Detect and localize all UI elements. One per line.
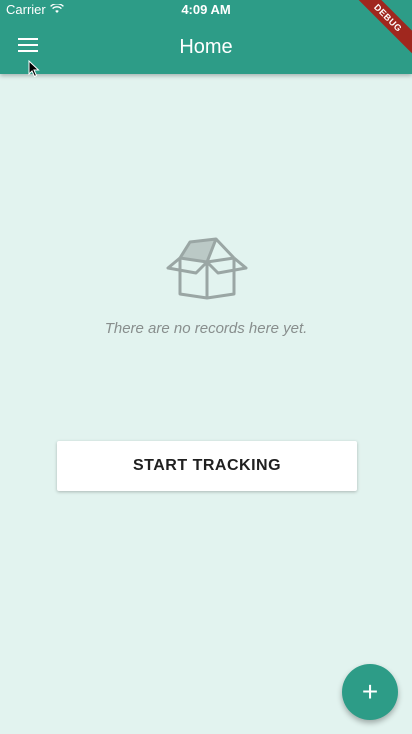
page-title: Home (179, 36, 233, 58)
add-fab-button[interactable]: + (342, 664, 398, 720)
mouse-cursor-icon (28, 59, 40, 83)
start-tracking-button[interactable]: START TRACKING (57, 441, 357, 491)
status-bar: Carrier 4:09 AM (0, 0, 412, 20)
plus-icon: + (361, 676, 379, 707)
open-box-icon (166, 236, 248, 300)
app-bar: Carrier 4:09 AM Home DEBUG (0, 0, 412, 74)
screen: Carrier 4:09 AM Home DEBUG There are no … (0, 0, 412, 734)
empty-state-message: There are no records here yet. (104, 320, 308, 337)
status-time: 4:09 AM (181, 2, 231, 17)
